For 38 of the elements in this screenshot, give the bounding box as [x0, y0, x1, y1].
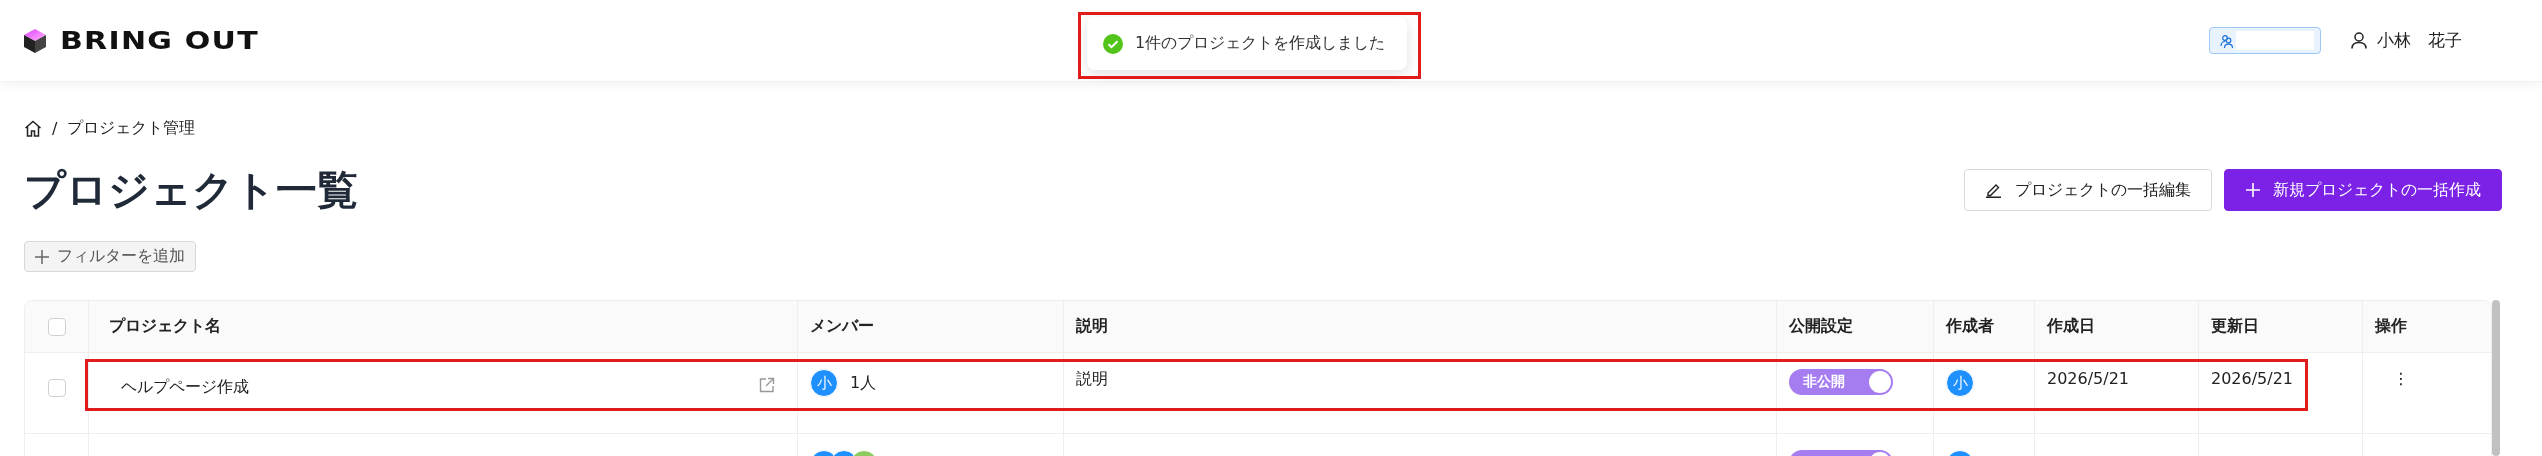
check-circle-icon — [1103, 33, 1123, 54]
home-icon[interactable] — [24, 119, 42, 137]
column-header: 作成者 — [1946, 316, 1994, 337]
breadcrumb-separator: / — [52, 118, 58, 138]
pencil-icon — [1985, 182, 2003, 198]
external-link-icon[interactable] — [759, 377, 775, 393]
column-header: 更新日 — [2211, 316, 2259, 337]
plus-icon — [2245, 182, 2261, 198]
scrollbar[interactable] — [2492, 300, 2500, 456]
cube-logo-icon — [24, 28, 46, 53]
column-header: 作成日 — [2047, 316, 2095, 337]
creator-avatar: 小 — [1946, 369, 1974, 397]
row-menu-button[interactable]: ⋮ — [2393, 369, 2409, 388]
member-avatar: 小 — [810, 369, 838, 397]
create-button[interactable]: 新規プロジェクトの一括作成 — [2224, 169, 2502, 211]
column-header: 操作 — [2375, 316, 2407, 337]
description-text[interactable]: 説明 — [1076, 369, 1108, 390]
user-name[interactable]: 小林 花子 — [2377, 29, 2462, 52]
select-all-checkbox[interactable] — [47, 317, 66, 336]
user-icon — [2351, 32, 2367, 49]
created-date: 2026/5/21 — [2047, 369, 2130, 388]
edit-button[interactable]: プロジェクトの一括編集 — [1964, 169, 2212, 211]
column-header: 公開設定 — [1789, 316, 1853, 337]
add-filter-button[interactable]: フィルターを追加 — [24, 241, 196, 272]
row-checkbox[interactable] — [47, 379, 66, 397]
people-icon — [2220, 33, 2234, 48]
member-count: 1人 — [850, 372, 877, 394]
brand-logo-text: BRING OUT — [60, 26, 259, 55]
plus-icon — [35, 249, 49, 264]
column-header: メンバー — [810, 316, 874, 337]
page-title: プロジェクト一覧 — [24, 164, 358, 216]
toast-message: 1件のプロジェクトを作成しました — [1135, 33, 1386, 54]
breadcrumb-item[interactable]: プロジェクト管理 — [67, 117, 196, 139]
updated-date: 2026/5/21 — [2211, 369, 2294, 388]
column-header: プロジェクト名 — [109, 316, 221, 337]
project-name[interactable]: ヘルプページ作成 — [121, 377, 249, 398]
column-header: 説明 — [1076, 316, 1108, 337]
user-switch-field[interactable] — [2209, 27, 2321, 54]
